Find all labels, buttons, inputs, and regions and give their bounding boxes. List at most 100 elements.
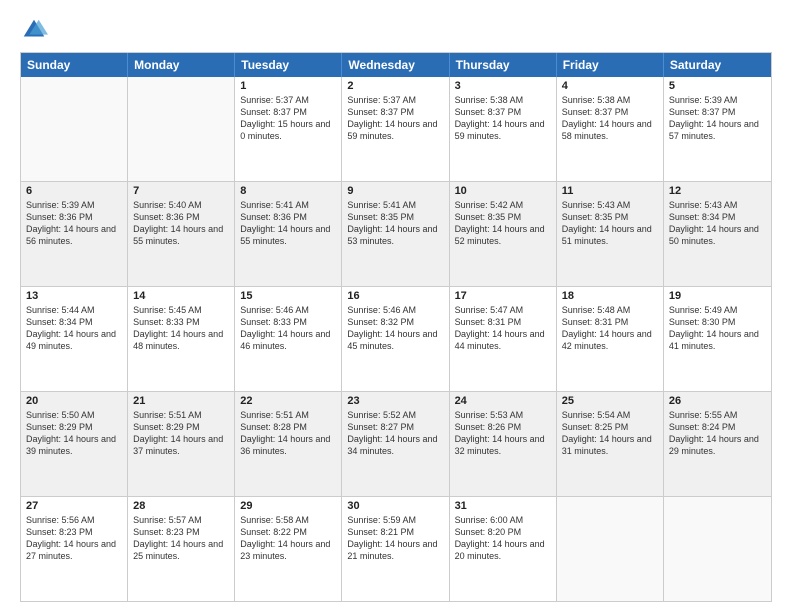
cell-info: Sunrise: 5:38 AM Sunset: 8:37 PM Dayligh…: [455, 94, 551, 143]
day-number: 23: [347, 395, 443, 407]
day-number: 21: [133, 395, 229, 407]
day-number: 18: [562, 290, 658, 302]
calendar-cell: 29 Sunrise: 5:58 AM Sunset: 8:22 PM Dayli…: [235, 497, 342, 601]
header-day-tuesday: Tuesday: [235, 53, 342, 77]
calendar-cell: 23 Sunrise: 5:52 AM Sunset: 8:27 PM Dayli…: [342, 392, 449, 496]
day-number: 2: [347, 80, 443, 92]
cell-info: Sunrise: 5:41 AM Sunset: 8:35 PM Dayligh…: [347, 199, 443, 248]
calendar-row-1: 6 Sunrise: 5:39 AM Sunset: 8:36 PM Daylig…: [21, 182, 771, 287]
page: SundayMondayTuesdayWednesdayThursdayFrid…: [0, 0, 792, 612]
cell-info: Sunrise: 5:40 AM Sunset: 8:36 PM Dayligh…: [133, 199, 229, 248]
cell-info: Sunrise: 5:37 AM Sunset: 8:37 PM Dayligh…: [347, 94, 443, 143]
calendar-cell: 15 Sunrise: 5:46 AM Sunset: 8:33 PM Dayli…: [235, 287, 342, 391]
calendar-cell: 18 Sunrise: 5:48 AM Sunset: 8:31 PM Dayli…: [557, 287, 664, 391]
logo-icon: [20, 16, 48, 44]
cell-info: Sunrise: 5:58 AM Sunset: 8:22 PM Dayligh…: [240, 514, 336, 563]
header: [20, 16, 772, 44]
calendar-cell: 27Sunrise: 5:56 AM Sunset: 8:23 PM Dayli…: [21, 497, 128, 601]
calendar-cell: 3Sunrise: 5:38 AM Sunset: 8:37 PM Daylig…: [450, 77, 557, 181]
calendar-cell: 11Sunrise: 5:43 AM Sunset: 8:35 PM Dayli…: [557, 182, 664, 286]
cell-info: Sunrise: 5:46 AM Sunset: 8:33 PM Dayligh…: [240, 304, 336, 353]
calendar-cell: 14 Sunrise: 5:45 AM Sunset: 8:33 PM Dayli…: [128, 287, 235, 391]
calendar-cell: 4 Sunrise: 5:38 AM Sunset: 8:37 PM Daylig…: [557, 77, 664, 181]
cell-info: Sunrise: 5:50 AM Sunset: 8:29 PM Dayligh…: [26, 409, 122, 458]
day-number: 28: [133, 500, 229, 512]
cell-info: Sunrise: 5:44 AM Sunset: 8:34 PM Dayligh…: [26, 304, 122, 353]
logo: [20, 16, 52, 44]
header-day-sunday: Sunday: [21, 53, 128, 77]
day-number: 13: [26, 290, 122, 302]
header-day-friday: Friday: [557, 53, 664, 77]
calendar-cell: 7 Sunrise: 5:40 AM Sunset: 8:36 PM Daylig…: [128, 182, 235, 286]
calendar-cell: 31 Sunrise: 6:00 AM Sunset: 8:20 PM Dayli…: [450, 497, 557, 601]
day-number: 16: [347, 290, 443, 302]
calendar-header: SundayMondayTuesdayWednesdayThursdayFrid…: [21, 53, 771, 77]
cell-info: Sunrise: 5:39 AM Sunset: 8:36 PM Dayligh…: [26, 199, 122, 248]
calendar-cell: 25Sunrise: 5:54 AM Sunset: 8:25 PM Dayli…: [557, 392, 664, 496]
calendar-row-2: 13 Sunrise: 5:44 AM Sunset: 8:34 PM Dayli…: [21, 287, 771, 392]
day-number: 15: [240, 290, 336, 302]
cell-info: Sunrise: 5:39 AM Sunset: 8:37 PM Dayligh…: [669, 94, 766, 143]
cell-info: Sunrise: 5:53 AM Sunset: 8:26 PM Dayligh…: [455, 409, 551, 458]
day-number: 19: [669, 290, 766, 302]
calendar-cell: 9 Sunrise: 5:41 AM Sunset: 8:35 PM Daylig…: [342, 182, 449, 286]
header-day-monday: Monday: [128, 53, 235, 77]
calendar-cell: 5Sunrise: 5:39 AM Sunset: 8:37 PM Daylig…: [664, 77, 771, 181]
cell-info: Sunrise: 5:49 AM Sunset: 8:30 PM Dayligh…: [669, 304, 766, 353]
day-number: 22: [240, 395, 336, 407]
header-day-saturday: Saturday: [664, 53, 771, 77]
day-number: 6: [26, 185, 122, 197]
day-number: 27: [26, 500, 122, 512]
day-number: 12: [669, 185, 766, 197]
calendar-cell: 28Sunrise: 5:57 AM Sunset: 8:23 PM Dayli…: [128, 497, 235, 601]
calendar-cell: 10 Sunrise: 5:42 AM Sunset: 8:35 PM Dayli…: [450, 182, 557, 286]
calendar-cell: [128, 77, 235, 181]
day-number: 26: [669, 395, 766, 407]
day-number: 29: [240, 500, 336, 512]
cell-info: Sunrise: 6:00 AM Sunset: 8:20 PM Dayligh…: [455, 514, 551, 563]
calendar: SundayMondayTuesdayWednesdayThursdayFrid…: [20, 52, 772, 602]
cell-info: Sunrise: 5:59 AM Sunset: 8:21 PM Dayligh…: [347, 514, 443, 563]
cell-info: Sunrise: 5:51 AM Sunset: 8:28 PM Dayligh…: [240, 409, 336, 458]
day-number: 1: [240, 80, 336, 92]
cell-info: Sunrise: 5:43 AM Sunset: 8:35 PM Dayligh…: [562, 199, 658, 248]
calendar-cell: 30 Sunrise: 5:59 AM Sunset: 8:21 PM Dayli…: [342, 497, 449, 601]
calendar-cell: 22 Sunrise: 5:51 AM Sunset: 8:28 PM Dayli…: [235, 392, 342, 496]
cell-info: Sunrise: 5:38 AM Sunset: 8:37 PM Dayligh…: [562, 94, 658, 143]
cell-info: Sunrise: 5:52 AM Sunset: 8:27 PM Dayligh…: [347, 409, 443, 458]
cell-info: Sunrise: 5:51 AM Sunset: 8:29 PM Dayligh…: [133, 409, 229, 458]
calendar-row-3: 20 Sunrise: 5:50 AM Sunset: 8:29 PM Dayli…: [21, 392, 771, 497]
header-day-thursday: Thursday: [450, 53, 557, 77]
calendar-cell: 12Sunrise: 5:43 AM Sunset: 8:34 PM Dayli…: [664, 182, 771, 286]
day-number: 9: [347, 185, 443, 197]
day-number: 4: [562, 80, 658, 92]
day-number: 8: [240, 185, 336, 197]
day-number: 7: [133, 185, 229, 197]
cell-info: Sunrise: 5:48 AM Sunset: 8:31 PM Dayligh…: [562, 304, 658, 353]
calendar-cell: 13 Sunrise: 5:44 AM Sunset: 8:34 PM Dayli…: [21, 287, 128, 391]
day-number: 30: [347, 500, 443, 512]
header-day-wednesday: Wednesday: [342, 53, 449, 77]
cell-info: Sunrise: 5:47 AM Sunset: 8:31 PM Dayligh…: [455, 304, 551, 353]
calendar-cell: 1 Sunrise: 5:37 AM Sunset: 8:37 PM Daylig…: [235, 77, 342, 181]
calendar-cell: 2 Sunrise: 5:37 AM Sunset: 8:37 PM Daylig…: [342, 77, 449, 181]
cell-info: Sunrise: 5:46 AM Sunset: 8:32 PM Dayligh…: [347, 304, 443, 353]
day-number: 24: [455, 395, 551, 407]
day-number: 31: [455, 500, 551, 512]
cell-info: Sunrise: 5:37 AM Sunset: 8:37 PM Dayligh…: [240, 94, 336, 143]
calendar-cell: [21, 77, 128, 181]
day-number: 17: [455, 290, 551, 302]
day-number: 10: [455, 185, 551, 197]
day-number: 14: [133, 290, 229, 302]
calendar-body: 1 Sunrise: 5:37 AM Sunset: 8:37 PM Daylig…: [21, 77, 771, 601]
calendar-row-4: 27Sunrise: 5:56 AM Sunset: 8:23 PM Dayli…: [21, 497, 771, 601]
cell-info: Sunrise: 5:42 AM Sunset: 8:35 PM Dayligh…: [455, 199, 551, 248]
day-number: 20: [26, 395, 122, 407]
calendar-cell: 17 Sunrise: 5:47 AM Sunset: 8:31 PM Dayli…: [450, 287, 557, 391]
calendar-cell: 16 Sunrise: 5:46 AM Sunset: 8:32 PM Dayli…: [342, 287, 449, 391]
calendar-cell: 21 Sunrise: 5:51 AM Sunset: 8:29 PM Dayli…: [128, 392, 235, 496]
calendar-cell: [664, 497, 771, 601]
calendar-cell: 6 Sunrise: 5:39 AM Sunset: 8:36 PM Daylig…: [21, 182, 128, 286]
day-number: 25: [562, 395, 658, 407]
cell-info: Sunrise: 5:45 AM Sunset: 8:33 PM Dayligh…: [133, 304, 229, 353]
